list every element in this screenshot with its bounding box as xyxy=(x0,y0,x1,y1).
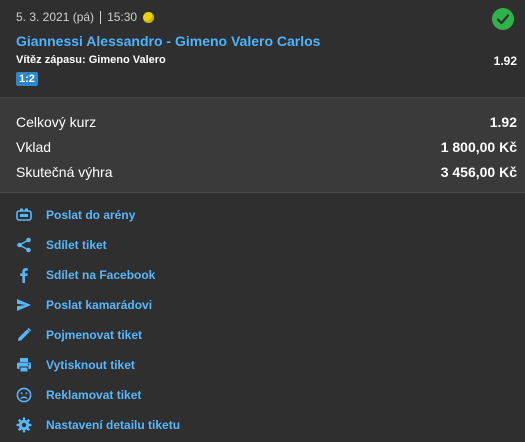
action-label: Reklamovat tiket xyxy=(46,388,142,402)
match-date: 5. 3. 2021 (pá) xyxy=(16,10,95,24)
share-icon xyxy=(16,237,32,253)
bet-odds: 1.92 xyxy=(493,54,517,68)
action-label: Pojmenovat tiket xyxy=(46,328,143,342)
ticket-summary: Celkový kurz 1.92 Vklad 1 800,00 Kč Skut… xyxy=(0,98,525,193)
arena-icon xyxy=(16,207,32,223)
action-label: Poslat kamarádovi xyxy=(46,298,153,312)
send-to-arena-button[interactable]: Poslat do arény xyxy=(16,204,135,226)
share-facebook-button[interactable]: Sdílet na Facebook xyxy=(16,264,155,286)
send-icon xyxy=(16,297,32,313)
gear-icon xyxy=(16,417,32,433)
event-title-link[interactable]: Giannessi Alessandro - Gimeno Valero Car… xyxy=(16,33,320,49)
action-label: Nastavení detailu tiketu xyxy=(46,418,181,432)
win-value: 3 456,00 Kč xyxy=(440,164,517,180)
stake-label: Vklad xyxy=(16,139,52,155)
rename-ticket-button[interactable]: Pojmenovat tiket xyxy=(16,324,142,346)
pencil-icon xyxy=(16,327,32,343)
action-label: Poslat do arény xyxy=(46,208,136,222)
send-to-friend-button[interactable]: Poslat kamarádovi xyxy=(16,294,152,316)
match-meta: 5. 3. 2021 (pá) 15:30 xyxy=(16,10,155,24)
bet-selection: Vítěz zápasu: Gimeno Valero xyxy=(16,54,166,66)
share-ticket-button[interactable]: Sdílet tiket xyxy=(16,234,107,256)
check-circle-icon xyxy=(492,8,514,30)
printer-icon xyxy=(16,357,32,373)
action-label: Sdílet na Facebook xyxy=(46,268,156,282)
ticket-detail-settings-button[interactable]: Nastavení detailu tiketu xyxy=(16,414,180,436)
total-odds-value: 1.92 xyxy=(489,114,517,130)
claim-ticket-button[interactable]: Reklamovat tiket xyxy=(16,384,141,406)
meta-divider xyxy=(100,10,102,24)
match-card: 5. 3. 2021 (pá) 15:30 Giannessi Alessand… xyxy=(0,0,525,98)
win-label: Skutečná výhra xyxy=(16,164,113,180)
win-row: Skutečná výhra 3 456,00 Kč xyxy=(16,164,517,184)
facebook-icon xyxy=(16,267,32,283)
match-time: 15:30 xyxy=(107,10,138,24)
stake-row: Vklad 1 800,00 Kč xyxy=(16,139,517,159)
tennis-ball-icon xyxy=(143,11,155,23)
action-label: Sdílet tiket xyxy=(46,238,107,252)
score-badge: 1:2 xyxy=(16,72,38,86)
sad-face-icon xyxy=(16,387,32,403)
stake-value: 1 800,00 Kč xyxy=(440,139,517,155)
action-label: Vytisknout tiket xyxy=(46,358,135,372)
ticket-actions: Poslat do arény Sdílet tiket Sdílet na F… xyxy=(0,193,525,442)
total-odds-row: Celkový kurz 1.92 xyxy=(16,114,517,134)
total-odds-label: Celkový kurz xyxy=(16,114,97,130)
print-ticket-button[interactable]: Vytisknout tiket xyxy=(16,354,135,376)
